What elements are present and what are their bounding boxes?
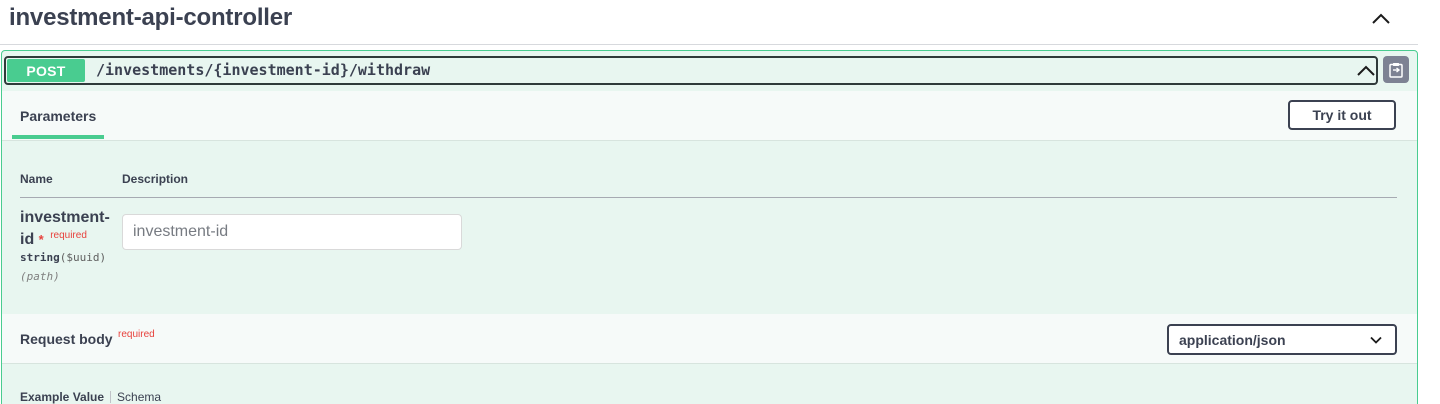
content-type-value: application/json: [1179, 332, 1286, 348]
tab-parameters[interactable]: Parameters: [12, 91, 104, 139]
parameter-location: (path): [20, 270, 60, 283]
column-header-description: Description: [122, 172, 189, 186]
parameter-format: ($uuid): [59, 251, 107, 264]
try-it-out-button[interactable]: Try it out: [1288, 100, 1396, 130]
request-body-required-label: required: [118, 329, 155, 340]
tag-header[interactable]: investment-api-controller: [0, 0, 1418, 45]
required-label: required: [50, 230, 87, 241]
http-method-badge: POST: [7, 59, 85, 82]
example-tabs: Example Value Schema: [20, 390, 161, 404]
endpoint-path: /investments/{investment-id}/withdraw: [96, 61, 431, 79]
chevron-down-icon: [1368, 332, 1384, 348]
tab-parameters-label: Parameters: [20, 108, 97, 124]
chevron-up-icon[interactable]: [1368, 6, 1394, 32]
content-type-select[interactable]: application/json: [1167, 324, 1397, 355]
tag-title[interactable]: investment-api-controller: [9, 4, 292, 32]
parameter-name: investment-id * required: [20, 209, 116, 249]
chevron-up-icon[interactable]: [1356, 60, 1376, 80]
clipboard-icon: [1389, 62, 1403, 78]
tab-schema[interactable]: Schema: [117, 390, 161, 404]
operation-summary[interactable]: POST /investments/{investment-id}/withdr…: [4, 56, 1378, 85]
copy-to-clipboard-button[interactable]: [1383, 56, 1409, 83]
investment-id-input[interactable]: [122, 214, 462, 250]
request-body-title: Request body: [20, 331, 113, 347]
table-divider: [20, 197, 1397, 198]
parameter-type-name: string: [20, 251, 60, 264]
tab-example-value[interactable]: Example Value: [20, 390, 104, 404]
parameter-name-text: investment-id: [20, 209, 110, 248]
column-header-name: Name: [20, 172, 53, 186]
required-star: *: [38, 232, 44, 247]
parameters-header: Parameters Try it out: [2, 91, 1417, 141]
request-body-header: Request body required application/json: [2, 314, 1417, 364]
operation-block: POST /investments/{investment-id}/withdr…: [1, 50, 1418, 404]
parameter-type: string($uuid): [20, 251, 106, 264]
tab-divider: [110, 391, 112, 403]
